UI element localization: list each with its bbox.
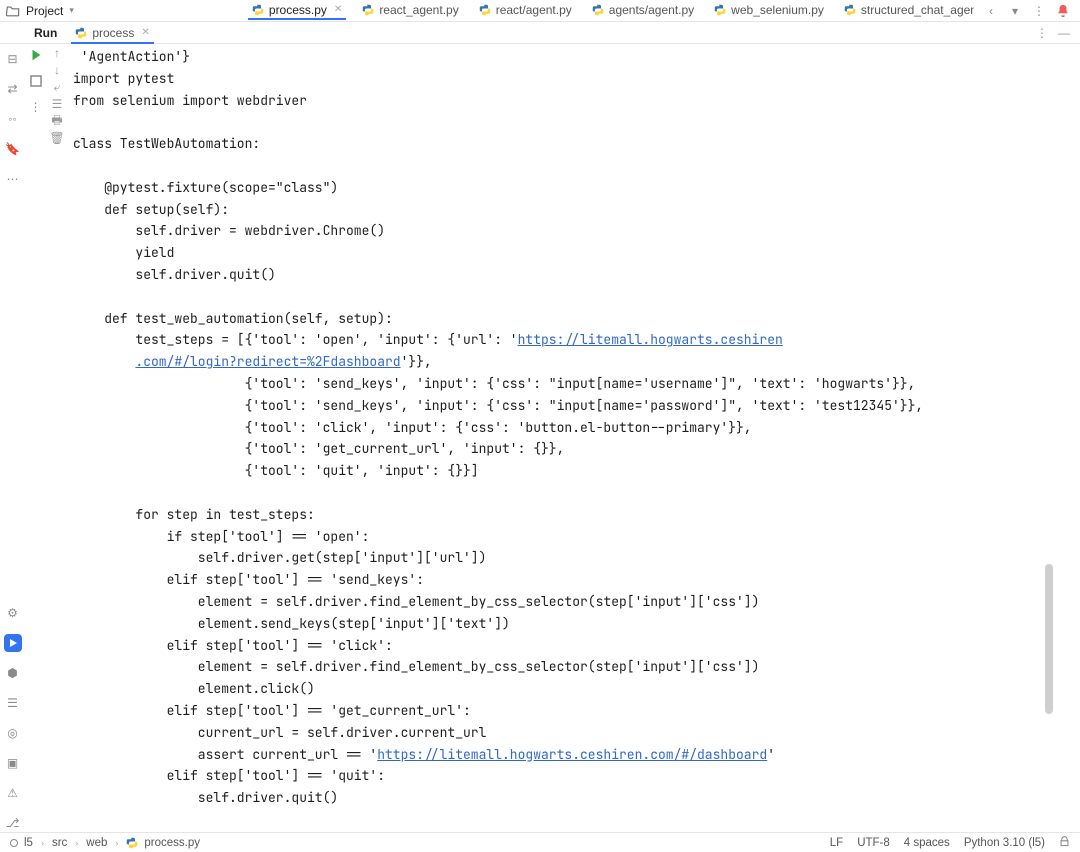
- tab-label: process.py: [269, 3, 327, 17]
- run-button[interactable]: [4, 634, 22, 652]
- url-link[interactable]: https://litemall.hogwarts.ceshiren.com/#…: [377, 746, 767, 763]
- tab-label: structured_chat_agent.py: [861, 3, 974, 17]
- url-link[interactable]: https://litemall.hogwarts.ceshiren: [518, 331, 783, 348]
- breadcrumb-item[interactable]: process.py: [144, 837, 200, 849]
- tab-process[interactable]: process.py ✕: [242, 0, 352, 21]
- encoding-widget[interactable]: UTF-8: [857, 837, 890, 849]
- run-label: Run: [34, 26, 57, 40]
- tab-label: agents/agent.py: [609, 3, 694, 17]
- python-icon: [479, 4, 491, 16]
- python-icon: [362, 4, 374, 16]
- status-indicator-icon: [10, 839, 18, 847]
- lock-icon[interactable]: [1059, 836, 1070, 850]
- debug-icon[interactable]: ◎: [4, 724, 22, 742]
- run-config-label: process: [92, 26, 134, 40]
- editor-gutter: ↑ ↓ ⤶ ☰ 🖶 🗑: [47, 44, 67, 832]
- services-icon[interactable]: ☰: [4, 694, 22, 712]
- breadcrumb-item[interactable]: web: [86, 837, 107, 849]
- python-packages-icon[interactable]: ⬢: [4, 664, 22, 682]
- python-icon: [252, 4, 264, 16]
- run-gutter: ⋮: [25, 44, 47, 832]
- up-arrow-icon[interactable]: ↑: [50, 46, 64, 60]
- python-icon: [126, 837, 138, 849]
- editor: ↑ ↓ ⤶ ☰ 🖶 🗑 'AgentAction'} import pytest…: [47, 44, 1055, 832]
- scrollbar-thumb[interactable]: [1045, 564, 1053, 714]
- project-label: Project: [26, 4, 63, 18]
- kebab-icon[interactable]: ⋮: [1036, 26, 1048, 40]
- down-arrow-icon[interactable]: ↓: [50, 63, 64, 77]
- python-icon: [592, 4, 604, 16]
- tab-agents-agent[interactable]: agents/agent.py: [582, 0, 704, 21]
- interpreter-widget[interactable]: Python 3.10 (l5): [964, 837, 1045, 849]
- topbar: Project ▾ process.py ✕ react_agent.py re…: [0, 0, 1080, 22]
- tab-label: react/agent.py: [496, 3, 572, 17]
- line-separator-widget[interactable]: LF: [830, 837, 843, 849]
- minimize-icon[interactable]: —: [1058, 26, 1070, 40]
- bookmark-icon[interactable]: 🔖: [4, 140, 22, 158]
- structure-icon[interactable]: ⊟: [4, 50, 22, 68]
- build-icon[interactable]: ⚙: [4, 604, 22, 622]
- terminal-icon[interactable]: ▣: [4, 754, 22, 772]
- vcs-icon[interactable]: ⎇: [4, 814, 22, 832]
- trash-icon[interactable]: 🗑: [50, 131, 64, 145]
- diff-icon[interactable]: ⇄: [4, 80, 22, 98]
- wrap-icon[interactable]: ⤶: [50, 80, 64, 94]
- chevron-down-icon[interactable]: ▾: [1008, 4, 1022, 18]
- print-icon[interactable]: 🖶: [50, 114, 64, 128]
- python-icon: [75, 27, 87, 39]
- status-bar: l5 › src › web › process.py LF UTF-8 4 s…: [0, 832, 1080, 852]
- project-tool-button[interactable]: Project ▾: [0, 0, 82, 21]
- folder-icon: [6, 4, 20, 18]
- source-code[interactable]: 'AgentAction'} import pytest from seleni…: [67, 44, 1055, 815]
- breadcrumb-item[interactable]: src: [52, 837, 67, 849]
- tab-web-selenium[interactable]: web_selenium.py: [704, 0, 834, 21]
- close-icon[interactable]: ✕: [141, 27, 149, 38]
- chevron-down-icon: ▾: [69, 5, 74, 16]
- stop-icon[interactable]: [30, 75, 42, 90]
- right-tool-strip: [1055, 44, 1080, 832]
- chevron-left-icon[interactable]: ‹: [984, 4, 998, 18]
- run-config-tab[interactable]: process ✕: [67, 22, 157, 43]
- url-link[interactable]: .com/#/login?redirect=%2Fdashboard: [135, 353, 400, 370]
- python-icon: [844, 4, 856, 16]
- left-tool-strip: ⊟ ⇄ ◦◦ 🔖 ⋯ ⚙ ⬢ ☰ ◎ ▣ ⚠ ⎇: [0, 44, 25, 832]
- topbar-right: ‹ ▾ ⋮: [974, 0, 1080, 21]
- tab-label: react_agent.py: [379, 3, 458, 17]
- python-icon: [714, 4, 726, 16]
- soft-wrap-icon[interactable]: ☰: [50, 97, 64, 111]
- breadcrumb-root[interactable]: l5: [24, 837, 33, 849]
- kebab-icon[interactable]: ⋮: [30, 100, 42, 114]
- kebab-icon[interactable]: ⋮: [1032, 4, 1046, 18]
- bell-icon[interactable]: [1056, 4, 1070, 18]
- more-icon[interactable]: ⋯: [4, 170, 22, 188]
- rerun-icon[interactable]: [29, 48, 43, 65]
- tab-label: web_selenium.py: [731, 3, 824, 17]
- indent-widget[interactable]: 4 spaces: [904, 837, 950, 849]
- tab-structured-chat-agent[interactable]: structured_chat_agent.py: [834, 0, 974, 21]
- tab-react-slash-agent[interactable]: react/agent.py: [469, 0, 582, 21]
- editor-tabs: process.py ✕ react_agent.py react/agent.…: [82, 0, 974, 21]
- problems-icon[interactable]: ⚠: [4, 784, 22, 802]
- tab-react-agent[interactable]: react_agent.py: [352, 0, 468, 21]
- commits-icon[interactable]: ◦◦: [4, 110, 22, 128]
- run-subbar: Run process ✕ ⋮ —: [0, 22, 1080, 44]
- close-icon[interactable]: ✕: [334, 4, 342, 15]
